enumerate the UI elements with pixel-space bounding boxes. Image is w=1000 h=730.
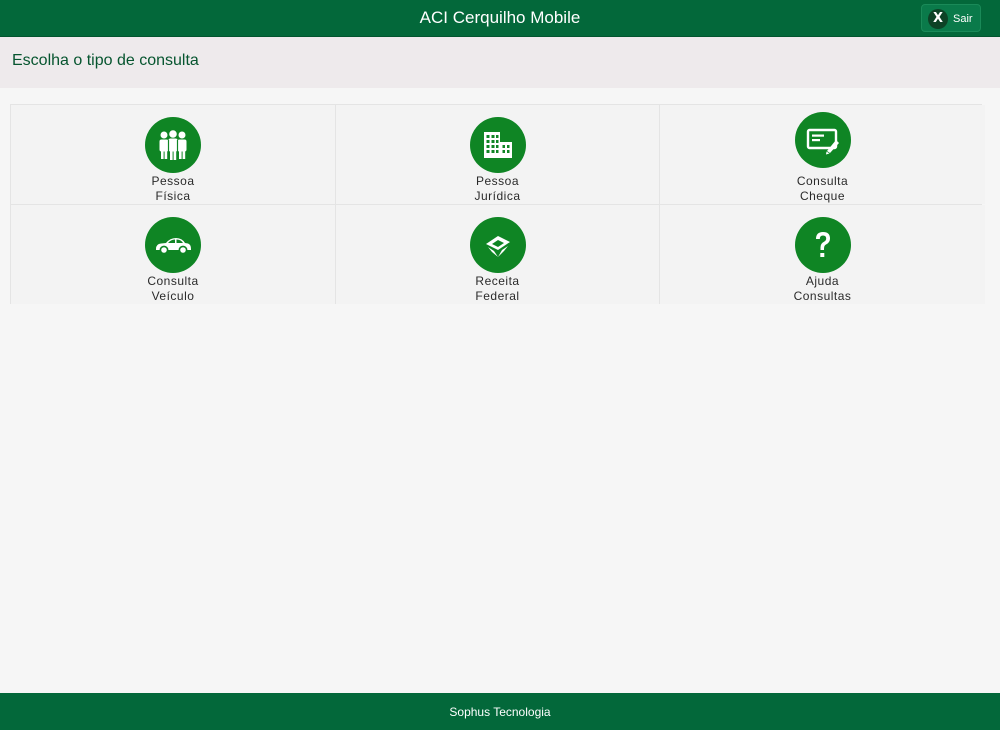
tile-ajuda-consultas[interactable]: Ajuda Consultas (660, 205, 985, 304)
help-icon (794, 217, 851, 273)
tile-label: Consulta Cheque (796, 174, 849, 203)
tile-consulta-cheque[interactable]: Consulta Cheque (660, 105, 985, 204)
page-title: Escolha o tipo de consulta (12, 52, 199, 69)
footer-text: Sophus Tecnologia (449, 705, 551, 719)
tile-pessoa-fisica[interactable]: Pessoa Física (11, 105, 335, 204)
tile-consulta-veiculo[interactable]: Consulta Veículo (11, 205, 335, 304)
tile-label: Pessoa Jurídica (474, 174, 521, 203)
tile-pessoa-juridica[interactable]: Pessoa Jurídica (336, 105, 659, 204)
app-header: ACI Cerquilho Mobile X Sair (0, 0, 1000, 37)
page-subheader: Escolha o tipo de consulta (0, 37, 1000, 88)
tile-label: Ajuda Consultas (793, 274, 852, 303)
app-title: ACI Cerquilho Mobile (419, 8, 581, 27)
app-footer: Sophus Tecnologia (0, 693, 1000, 730)
tile-receita-federal[interactable]: Receita Federal (336, 205, 659, 304)
cheque-icon (794, 112, 851, 168)
exit-button[interactable]: X Sair (921, 4, 981, 32)
tile-label: Receita Federal (475, 274, 520, 303)
tile-label: Consulta Veículo (147, 274, 199, 303)
close-icon: X (928, 9, 948, 29)
car-icon (145, 217, 201, 273)
exit-label: Sair (953, 13, 973, 25)
query-type-grid: Pessoa Física Pessoa Jurídica Consulta C… (10, 104, 985, 304)
tile-label: Pessoa Física (151, 174, 195, 203)
receita-federal-icon (469, 217, 526, 273)
building-icon (469, 117, 526, 173)
people-icon (145, 117, 201, 173)
